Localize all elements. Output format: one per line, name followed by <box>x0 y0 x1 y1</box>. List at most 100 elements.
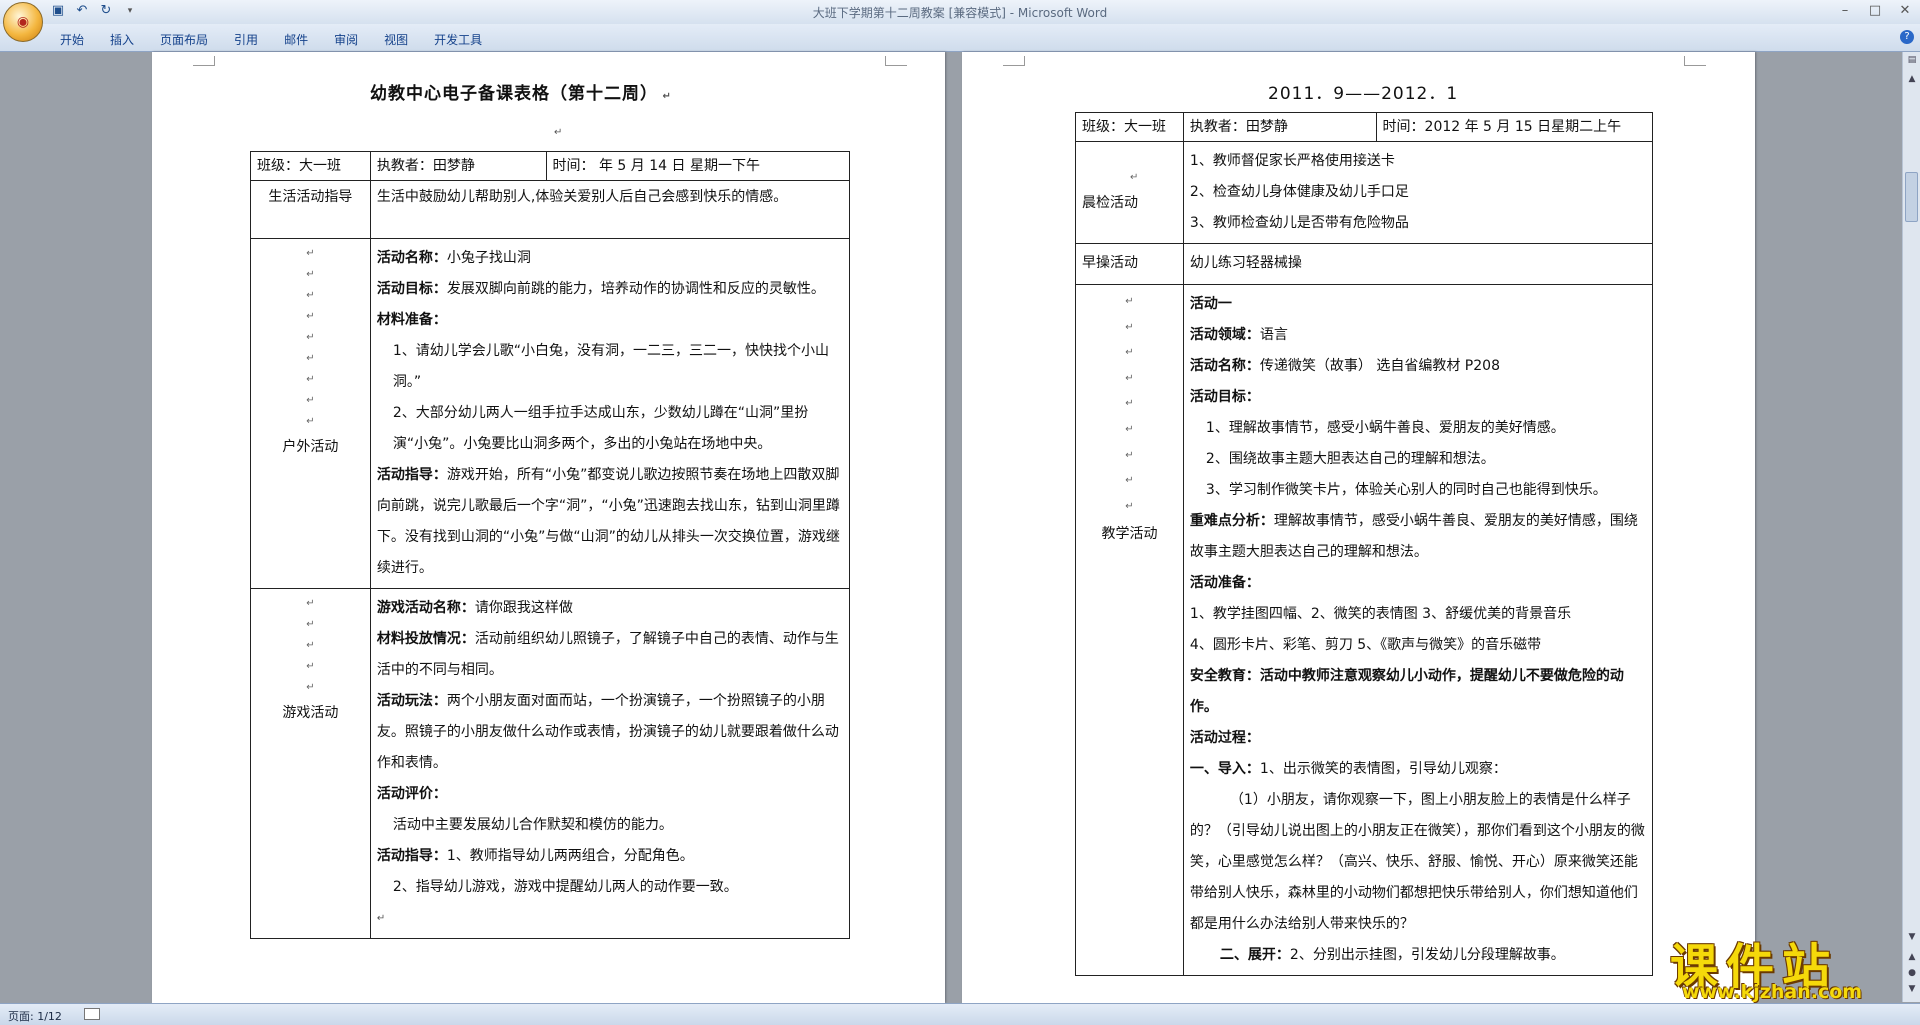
process-label: 活动过程： <box>1189 730 1260 746</box>
outdoor-prep-2: 2、大部分幼儿两人一组手拉手达成山东，少数幼儿蹲在“山洞”里扮演“小兔”。小兔要… <box>392 405 809 452</box>
crop-mark <box>193 56 215 66</box>
goal-item: 2、围绕故事主题大胆表达自己的理解和想法。 <box>1205 451 1495 467</box>
tab-developer[interactable]: 开发工具 <box>434 31 482 48</box>
kjzhan-logo: 课件站 www.kjzhan.com <box>1670 927 1902 1003</box>
table-row: 早操活动 幼儿练习轻器械操 <box>1075 243 1654 285</box>
teacher-cell[interactable]: 执教者：田梦静 <box>369 151 547 181</box>
time-cell[interactable]: 时间：2012 年 5 月 15 日星期二上午 <box>1375 112 1654 142</box>
teaching-label: 教学活动 <box>1101 526 1158 543</box>
minimize-icon[interactable]: – <box>1830 0 1860 22</box>
time-cell[interactable]: 时间： 年 5 月 14 日 星期一下午 <box>545 151 851 181</box>
next-page-icon[interactable]: ▼ <box>1906 984 1918 994</box>
outdoor-label-cell[interactable]: ↵ ↵ ↵ ↵ ↵ ↵ ↵ ↵ ↵ 户外活动 <box>250 238 371 589</box>
paragraph-mark: ↵ <box>1130 171 1139 183</box>
plan-table-2: 班级：大一班 执教者：田梦静 时间：2012 年 5 月 15 日星期二上午 ↵… <box>1075 112 1654 976</box>
scroll-thumb[interactable] <box>1905 172 1918 222</box>
teacher-cell[interactable]: 执教者：田梦静 <box>1182 112 1377 142</box>
morning-exercise-label[interactable]: 早操活动 <box>1075 243 1184 285</box>
game-guide-2: 2、指导幼儿游戏，游戏中提醒幼儿两人的动作要一致。 <box>392 879 738 895</box>
table-row: ↵ 晨检活动 1、教师督促家长严格使用接送卡 2、检查幼儿身体健康及幼儿手口足 … <box>1075 141 1654 244</box>
ribbon-tabs: 开始 插入 页面布局 引用 邮件 审阅 视图 开发工具 <box>60 31 482 48</box>
morning-exercise-text[interactable]: 幼儿练习轻器械操 <box>1182 243 1654 285</box>
game-guide-1: 1、教师指导幼儿两两组合，分配角色。 <box>446 848 694 864</box>
select-browse-object-icon[interactable]: ● <box>1906 968 1918 978</box>
outdoor-content[interactable]: 活动名称：小兔子找山洞 活动目标：发展双脚向前跳的能力，培养动作的协调性和反应的… <box>369 238 851 589</box>
table-row: ↵ ↵ ↵ ↵ ↵ 游戏活动 游戏活动名称：请你跟我这样做 材料投放情况：活动前组织幼儿… <box>250 588 851 939</box>
game-eval-label: 活动评价： <box>376 786 447 802</box>
table-row: 班级：大一班 执教者：田梦静 时间：2012 年 5 月 15 日星期二上午 <box>1075 112 1654 142</box>
customize-qat-icon[interactable]: ▾ <box>122 3 138 19</box>
game-content[interactable]: 游戏活动名称：请你跟我这样做 材料投放情况：活动前组织幼儿照镜子，了解镜子中自己… <box>369 588 851 939</box>
proofing-icon[interactable] <box>84 1008 100 1020</box>
game-play-label: 活动玩法： <box>376 693 447 709</box>
paragraph-mark: ↵ <box>554 127 563 138</box>
outdoor-guide-label: 活动指导： <box>376 467 447 483</box>
expand-label: 二、展开： <box>1219 947 1290 963</box>
outdoor-name-label: 活动名称： <box>376 250 447 266</box>
crop-mark <box>1003 56 1025 66</box>
outdoor-prep-label: 材料准备： <box>376 312 447 328</box>
outdoor-prep-1: 1、请幼儿学会儿歌“小白兔，没有洞，一二三，三二一，快快找个小山洞。” <box>392 343 829 390</box>
morning-check-label-cell[interactable]: ↵ 晨检活动 <box>1075 141 1184 244</box>
domain-label: 活动领域： <box>1189 327 1260 343</box>
morning-check-item: 3、教师检查幼儿是否带有危险物品 <box>1189 215 1409 231</box>
teaching-label-cell[interactable]: ↵ ↵ ↵ ↵ ↵ ↵ ↵ ↵ ↵ 教学活动 <box>1075 284 1184 976</box>
tab-home[interactable]: 开始 <box>60 31 84 48</box>
ruler-toggle-icon[interactable]: ▤ <box>1906 55 1918 65</box>
undo-icon[interactable]: ↶ <box>74 3 90 19</box>
goal-item: 1、理解故事情节，感受小蜗牛善良、爱朋友的美好情感。 <box>1205 420 1565 436</box>
morning-check-item: 2、检查幼儿身体健康及幼儿手口足 <box>1189 184 1409 200</box>
page-title: 幼教中心电子备课表格（第十二周） ↵ <box>370 84 672 104</box>
prep-label: 活动准备： <box>1189 575 1260 591</box>
scroll-up-icon[interactable]: ▲ <box>1906 74 1918 84</box>
life-text[interactable]: 生活中鼓励幼儿帮助别人,体验关爱别人后自己会感到快乐的情感。 <box>369 180 851 239</box>
crop-mark <box>885 56 907 66</box>
game-name: 请你跟我这样做 <box>474 600 573 616</box>
safety-text: 安全教育：活动中教师注意观察幼儿小动作，提醒幼儿不要做危险的动作。 <box>1189 668 1624 715</box>
prep-item: 1、教学挂图四幅、2、微笑的表情图 3、舒缓优美的背景音乐 <box>1189 606 1572 622</box>
quick-access-toolbar: ▣ ↶ ↻ ▾ <box>50 3 138 19</box>
scroll-down-icon[interactable]: ▼ <box>1906 932 1918 942</box>
life-label[interactable]: 生活活动指导 <box>250 180 371 239</box>
table-row: 班级：大一班 执教者：田梦静 时间： 年 5 月 14 日 星期一下午 <box>250 151 851 181</box>
plan-table-1: 班级：大一班 执教者：田梦静 时间： 年 5 月 14 日 星期一下午 生活活动… <box>250 151 851 939</box>
close-icon[interactable]: ✕ <box>1890 0 1920 22</box>
tab-insert[interactable]: 插入 <box>110 31 134 48</box>
tab-review[interactable]: 审阅 <box>334 31 358 48</box>
window-controls: – □ ✕ <box>1830 0 1920 22</box>
outdoor-label: 户外活动 <box>282 439 339 455</box>
paragraph-marks: ↵ ↵ ↵ ↵ ↵ ↵ ↵ ↵ ↵ <box>1125 296 1134 512</box>
office-logo-icon: ◉ <box>16 14 30 30</box>
intro-text: 1、出示微笑的表情图，引导幼儿观察： <box>1259 761 1507 777</box>
document-page-2: 2011．9——2012．1 班级：大一班 执教者：田梦静 时间：2012 年 … <box>962 52 1755 1003</box>
save-icon[interactable]: ▣ <box>50 3 66 19</box>
outdoor-name: 小兔子找山洞 <box>446 250 531 266</box>
game-name-label: 游戏活动名称： <box>376 600 475 616</box>
maximize-icon[interactable]: □ <box>1860 0 1890 22</box>
domain-value: 语言 <box>1259 327 1288 343</box>
teaching-content[interactable]: 活动一 活动领域：语言 活动名称：传递微笑（故事） 选自省编教材 P208 活动… <box>1182 284 1654 976</box>
morning-check-label: 晨检活动 <box>1082 194 1138 211</box>
tab-references[interactable]: 引用 <box>234 31 258 48</box>
class-cell[interactable]: 班级：大一班 <box>250 151 371 181</box>
class-cell[interactable]: 班级：大一班 <box>1075 112 1184 142</box>
game-label-cell[interactable]: ↵ ↵ ↵ ↵ ↵ 游戏活动 <box>250 588 371 939</box>
office-button[interactable]: ◉ <box>3 2 43 42</box>
title-bar: 大班下学期第十二周教案 [兼容模式] - Microsoft Word ▣ ↶ … <box>0 0 1920 24</box>
previous-page-icon[interactable]: ▲ <box>1906 952 1918 962</box>
tab-page-layout[interactable]: 页面布局 <box>160 31 208 48</box>
help-icon[interactable]: ? <box>1900 30 1914 44</box>
tab-view[interactable]: 视图 <box>384 31 408 48</box>
vertical-scrollbar[interactable]: ▤ ▲ ▼ ▲ ● ▼ <box>1902 52 1920 1002</box>
redo-icon[interactable]: ↻ <box>98 3 114 19</box>
tab-mailings[interactable]: 邮件 <box>284 31 308 48</box>
window-title: 大班下学期第十二周教案 [兼容模式] - Microsoft Word <box>812 6 1108 20</box>
table-row: ↵ ↵ ↵ ↵ ↵ ↵ ↵ ↵ ↵ 户外活动 活动名称：小兔子找山洞 活动目标：发展双脚向前跳的… <box>250 238 851 589</box>
morning-check-content[interactable]: 1、教师督促家长严格使用接送卡 2、检查幼儿身体健康及幼儿手口足 3、教师检查幼… <box>1182 141 1654 244</box>
game-eval: 活动中主要发展幼儿合作默契和模仿的能力。 <box>392 817 673 833</box>
activity-name: 传递微笑（故事） 选自省编教材 P208 <box>1259 358 1500 374</box>
page-count[interactable]: 页面: 1/12 <box>8 1008 62 1024</box>
table-row: 生活活动指导 生活中鼓励幼儿帮助别人,体验关爱别人后自己会感到快乐的情感。 <box>250 180 851 239</box>
paragraph-marks: ↵ ↵ ↵ ↵ ↵ ↵ ↵ ↵ ↵ <box>306 248 315 427</box>
table-row: ↵ ↵ ↵ ↵ ↵ ↵ ↵ ↵ ↵ 教学活动 活动一 活动领域：语言 活动名称：传递微笑（故事）… <box>1075 284 1654 976</box>
